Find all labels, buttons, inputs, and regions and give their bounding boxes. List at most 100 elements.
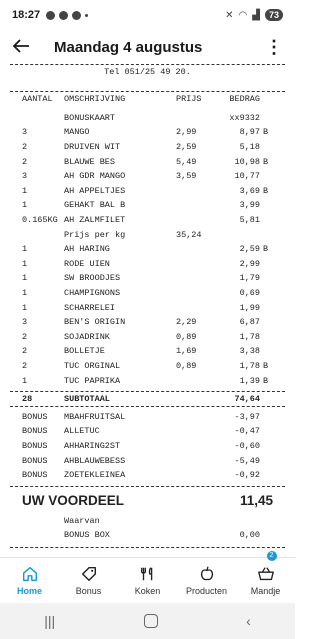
voordeel-label: UW VOORDEEL — [22, 492, 125, 508]
receipt-line: 2 TUC ORGINAL 0,89 1,78 B — [10, 359, 285, 374]
receipt-line: 2 BOLLETJE 1,69 3,38 — [10, 344, 285, 359]
receipt-line: 3 MANGO 2,99 8,97 B — [10, 125, 285, 140]
waarvan-row: Waarvan — [10, 513, 285, 528]
line-qty: 3 — [22, 171, 28, 182]
line-amount: 1,39 — [239, 375, 260, 386]
line-amount: 3,69 — [239, 185, 260, 196]
nav-mandje[interactable]: 2 Mandje — [236, 551, 295, 603]
receipt-line: 1 SCHARRELEI 1,99 — [10, 300, 285, 315]
line-desc: TUC PAPRIKA — [64, 375, 121, 386]
col-amount-header: BEDRAG — [229, 94, 260, 105]
receipt-line: 3 BEN'S ORIGIN 2,29 6,87 — [10, 315, 285, 330]
line-desc: TUC ORGINAL — [64, 360, 121, 371]
receipt-divider — [10, 406, 285, 408]
line-amount: 3,38 — [239, 346, 260, 357]
nav-producten[interactable]: Producten — [177, 558, 236, 603]
status-time: 18:27 — [12, 9, 41, 21]
line-amount: 3,99 — [239, 200, 260, 211]
back-arrow-icon[interactable] — [12, 37, 40, 57]
bonus-line: BONUS ZOETEKLEINEA -0,92 — [10, 468, 285, 483]
subtotal-amount: 74,64 — [234, 394, 260, 405]
line-bonus-flag: B — [263, 360, 269, 371]
receipt-line: 1 AH APPELTJES 3,69 B — [10, 184, 285, 199]
line-qty: 1 — [22, 273, 28, 284]
line-amount: 1,79 — [239, 273, 260, 284]
line-desc: BOLLETJE — [64, 346, 105, 357]
bonus-line: BONUS ALLETUC -0,47 — [10, 424, 285, 439]
bonus-desc: ZOETEKLEINEA — [64, 470, 126, 481]
bonus-amount: -5,49 — [234, 455, 260, 466]
receipt-line: BONUSKAART xx9332 — [10, 111, 285, 126]
subtotal-qty: 28 — [22, 394, 33, 405]
recent-apps-icon[interactable]: ||| — [44, 613, 55, 629]
more-options-icon[interactable]: ⋮ — [265, 38, 283, 56]
receipt-items: BONUSKAART xx9332 3 MANGO 2,99 8,97 B 2 DRUIVEN … — [10, 111, 285, 388]
battery-icon: 73 — [264, 9, 283, 21]
line-amount: 2,59 — [239, 244, 260, 255]
nav-label: Producten — [185, 586, 228, 596]
receipt-line: 1 AH HARING 2,59 B — [10, 242, 285, 257]
receipt-line: 2 SOJADRINK 0,89 1,78 — [10, 330, 285, 345]
bonus-tag-icon — [81, 566, 96, 582]
line-amount: xx9332 — [229, 112, 260, 123]
system-back-icon[interactable]: ‹ — [246, 613, 251, 629]
nav-label: Bonus — [75, 586, 102, 596]
line-qty: 2 — [22, 360, 28, 371]
status-bar: 18:27 ✕ ◠ ▟ 73 — [0, 0, 295, 30]
system-home-icon[interactable] — [143, 614, 158, 628]
line-amount: 8,97 — [239, 127, 260, 138]
line-price: 2,29 — [176, 317, 197, 328]
bonus-label: BONUS — [22, 426, 48, 437]
nav-label: Koken — [134, 586, 161, 596]
line-desc: AH ZALMFILET — [64, 215, 126, 226]
line-qty: 1 — [22, 375, 28, 386]
bonus-desc: MBAHFRUITSAL — [64, 411, 126, 422]
receipt-line: 1 RODE UIEN 2,99 — [10, 257, 285, 272]
line-amount: 5,18 — [239, 142, 260, 153]
nav-bonus[interactable]: Bonus — [59, 558, 118, 603]
bonus-desc: ALLETUC — [64, 426, 100, 437]
page-title: Maandag 4 augustus — [54, 38, 203, 56]
cutlery-icon — [140, 567, 152, 581]
bonus-amount: -0,60 — [234, 440, 260, 451]
bonus-line: BONUS MBAHFRUITSAL -3,97 — [10, 409, 285, 424]
nav-koken[interactable]: Koken — [118, 558, 177, 603]
line-desc: Prijs per kg — [64, 229, 126, 240]
receipt-line: 1 TUC PAPRIKA 1,39 B — [10, 373, 285, 388]
receipt-line: 0.165KG AH ZALMFILET 5,81 — [10, 213, 285, 228]
line-amount: 10,77 — [234, 171, 260, 182]
whatsapp-icon — [59, 10, 69, 20]
line-desc: AH APPELTJES — [64, 185, 126, 196]
line-qty: 0.165KG — [22, 215, 58, 226]
home-icon — [22, 566, 37, 582]
bonus-label: BONUS — [22, 411, 48, 422]
receipt-divider — [10, 64, 285, 65]
line-amount: 10,98 — [234, 156, 260, 167]
line-qty: 1 — [22, 244, 28, 255]
col-desc-header: OMSCHRIJVING — [64, 94, 126, 105]
line-qty: 1 — [22, 302, 28, 313]
line-price: 0,89 — [176, 331, 197, 342]
line-desc: SCHARRELEI — [64, 302, 116, 313]
line-qty: 2 — [22, 156, 28, 167]
receipt-line: 1 SW BROODJES 1,79 — [10, 271, 285, 286]
bonus-label: BONUS — [22, 470, 48, 481]
bonusbox-label: BONUS BOX — [64, 530, 110, 541]
line-price: 3,59 — [176, 171, 197, 182]
wifi-icon: ◠ — [238, 9, 248, 21]
bonus-label: BONUS — [22, 455, 48, 466]
bonus-list: BONUS MBAHFRUITSAL -3,97 BONUS ALLETUC -0,47 B… — [10, 409, 285, 482]
signal-icon: ▟ — [252, 9, 260, 21]
system-nav-bar: ||| ‹ — [0, 603, 295, 639]
line-qty: 2 — [22, 331, 28, 342]
nav-home[interactable]: Home — [0, 558, 59, 603]
voordeel-amount: 11,45 — [239, 492, 273, 508]
line-desc: CHAMPIGNONS — [64, 288, 121, 299]
chat-icon — [72, 10, 82, 20]
line-price: 0,89 — [176, 360, 197, 371]
receipt-line: 2 DRUIVEN WIT 2,59 5,18 — [10, 140, 285, 155]
line-price: 35,24 — [176, 229, 202, 240]
line-amount: 1,78 — [239, 360, 260, 371]
line-desc: RODE UIEN — [64, 258, 110, 269]
receipt-header-row: AANTAL OMSCHRIJVING PRIJS BEDRAG — [10, 92, 285, 107]
